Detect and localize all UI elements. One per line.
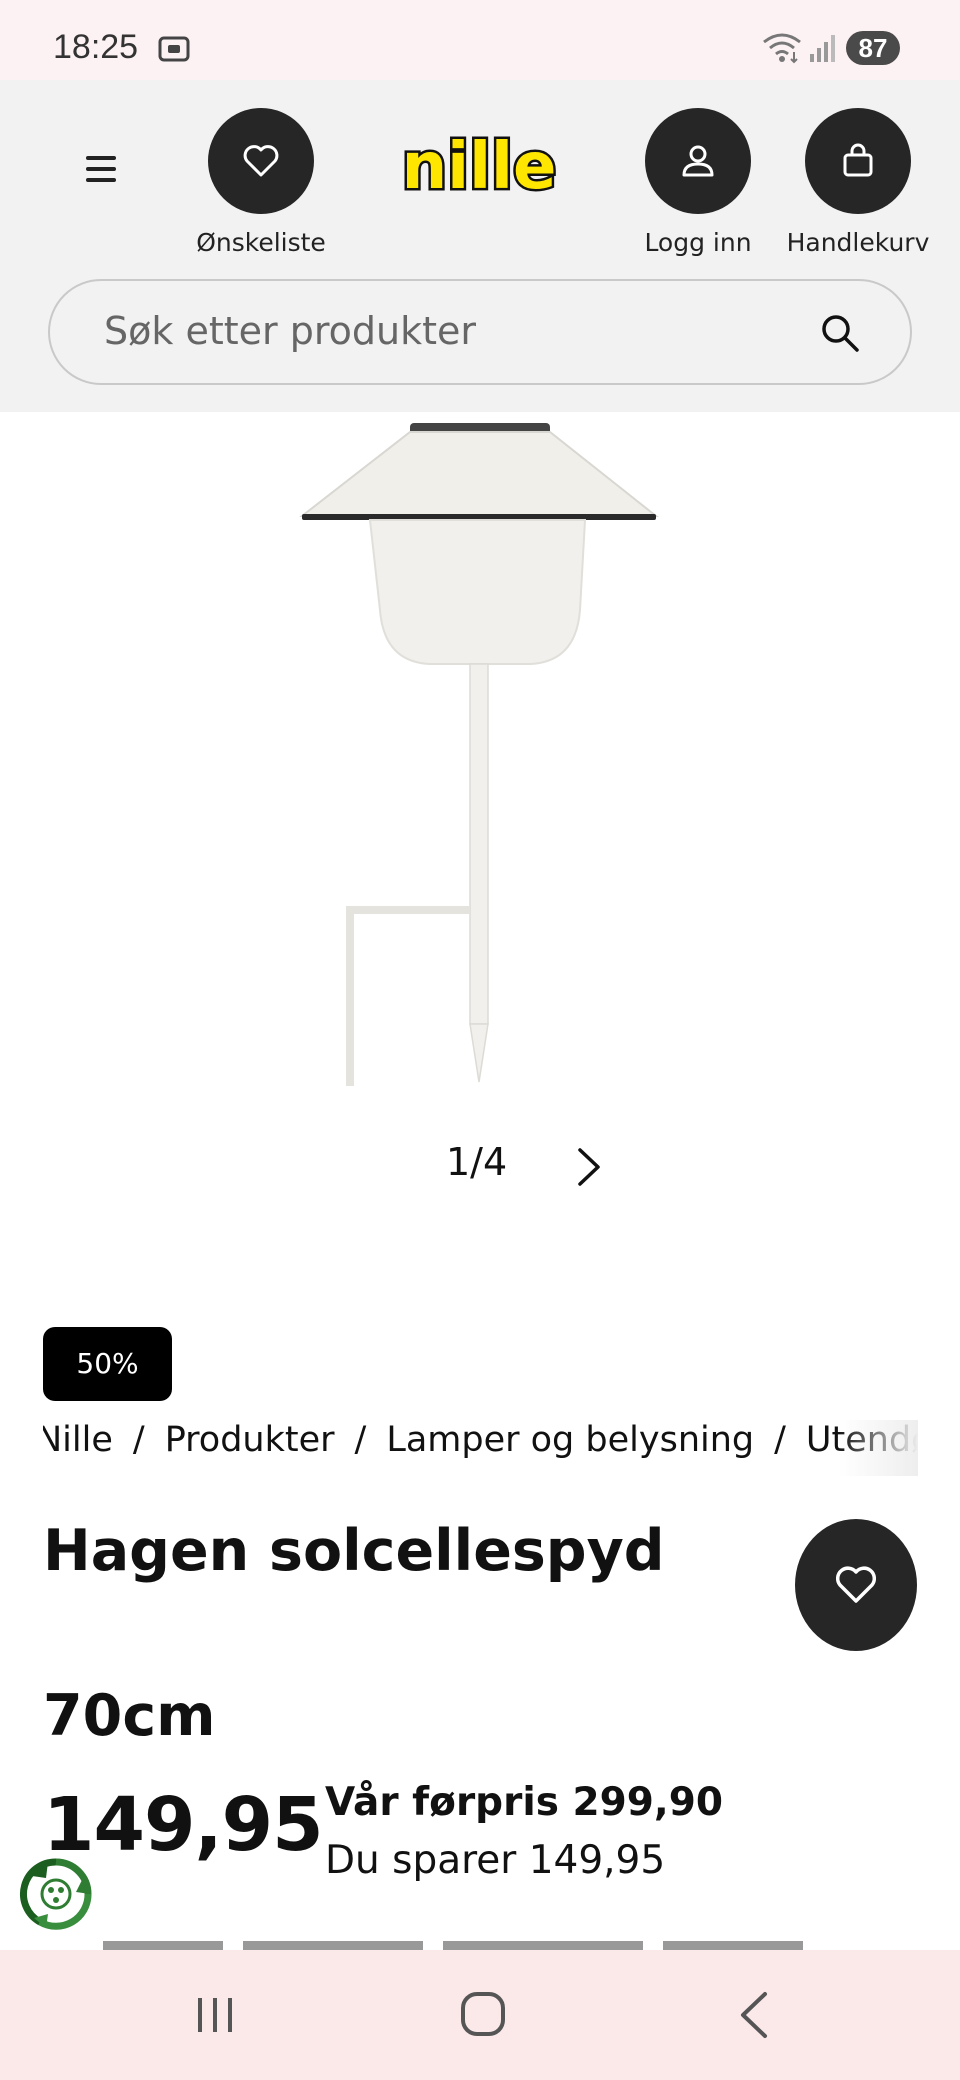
back-icon[interactable] (735, 1990, 771, 2040)
nille-logo[interactable]: nille (398, 128, 560, 206)
menu-icon[interactable] (74, 142, 128, 196)
login-button[interactable] (645, 108, 751, 214)
discount-badge: 50% (43, 1327, 172, 1401)
site-header: Ønskeliste nille Logg inn Handlekurv Søk… (0, 80, 960, 412)
breadcrumb-separator: / (354, 1420, 367, 1460)
chevron-right-icon[interactable] (572, 1146, 606, 1188)
search-input[interactable]: Søk etter produkter (104, 309, 476, 353)
breadcrumb-separator: / (774, 1420, 786, 1460)
search-icon[interactable] (818, 311, 862, 355)
search-bar[interactable]: Søk etter produkter (48, 279, 912, 385)
cart-button[interactable] (805, 108, 911, 214)
wifi-icon (763, 33, 801, 64)
signal-icon (810, 35, 835, 62)
heart-icon (835, 1566, 877, 1603)
breadcrumb-item-lamps[interactable]: Lamper og belysning (386, 1420, 754, 1460)
screenshot-icon (158, 36, 190, 62)
svg-text:nille: nille (402, 130, 557, 204)
status-time: 18:25 (53, 28, 139, 66)
cart-label[interactable]: Handlekurv (758, 228, 958, 257)
breadcrumb-item-products[interactable]: Produkter (165, 1420, 335, 1460)
system-nav-bar (0, 1950, 960, 2080)
wishlist-button[interactable] (208, 108, 314, 214)
add-to-wishlist-button[interactable] (795, 1519, 917, 1651)
battery-indicator: 87 (846, 31, 900, 65)
breadcrumb-separator: / (132, 1420, 145, 1460)
previous-price: Vår førpris 299,90 (325, 1780, 723, 1825)
breadcrumb: Nille/Produkter/Lamper og belysning/Uten… (43, 1420, 918, 1476)
product-image[interactable] (280, 410, 680, 1090)
breadcrumb-item-home[interactable]: Nille (43, 1420, 113, 1460)
breadcrumb-fade (838, 1420, 918, 1476)
wishlist-label[interactable]: Ønskeliste (161, 228, 361, 257)
product-title: Hagen solcellespyd (43, 1518, 665, 1584)
product-page: 18:25 87 Ønskeliste nille Logg inn Handl… (0, 0, 960, 2080)
status-bar: 18:25 87 (0, 0, 960, 80)
heart-icon (243, 145, 279, 177)
product-size: 70cm (43, 1683, 216, 1749)
description-cutoff (103, 1941, 803, 1951)
shopping-bag-icon (843, 143, 873, 177)
recycle-icon[interactable] (18, 1856, 94, 1932)
home-icon[interactable] (460, 1990, 506, 2038)
user-icon (682, 145, 714, 177)
recent-apps-icon[interactable] (194, 1992, 236, 2038)
savings-amount: Du sparer 149,95 (325, 1838, 666, 1883)
gallery-pager: 1/4 (446, 1140, 508, 1184)
